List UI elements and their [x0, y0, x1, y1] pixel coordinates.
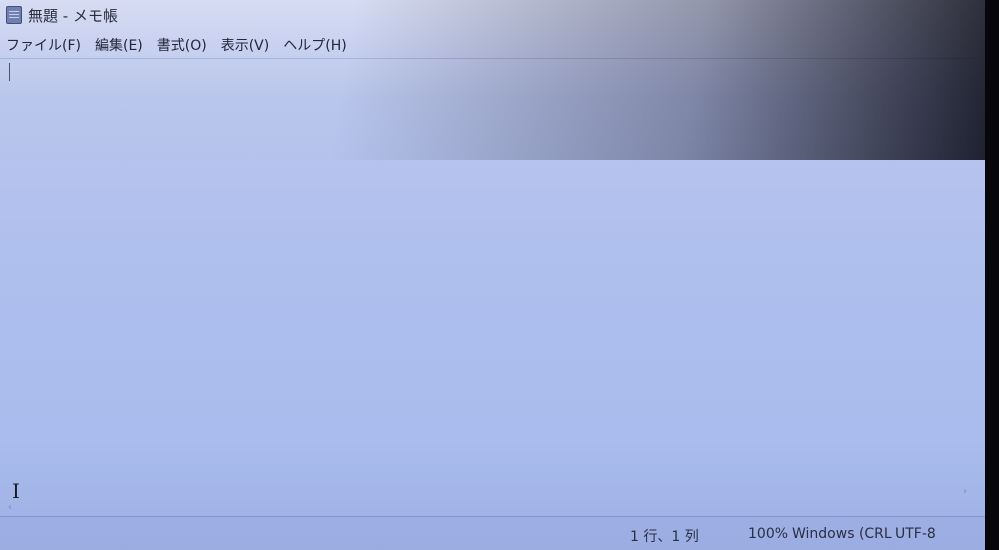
status-encoding: UTF-8 [895, 526, 936, 542]
menu-file[interactable]: ファイル(F) [4, 33, 83, 57]
text-caret [9, 63, 10, 81]
chevron-left-icon[interactable]: ‹ [8, 502, 12, 513]
chevron-right-icon[interactable]: › [963, 486, 967, 497]
horizontal-scrollbar[interactable]: ‹ › [0, 486, 975, 514]
status-line-ending: Windows (CRL [792, 526, 892, 542]
menu-format[interactable]: 書式(O) [155, 33, 209, 57]
status-bar: 1 行、1 列 100% Windows (CRL UTF-8 [0, 516, 985, 550]
notepad-window: 無題 - メモ帳 ファイル(F) 編集(E) 書式(O) 表示(V) ヘルプ(H… [0, 0, 985, 550]
menu-help[interactable]: ヘルプ(H) [281, 33, 348, 57]
status-zoom: 100% [748, 526, 789, 542]
menu-bar: ファイル(F) 編集(E) 書式(O) 表示(V) ヘルプ(H) [0, 32, 349, 58]
text-editor-area[interactable] [0, 58, 975, 516]
screen-bezel [985, 0, 999, 550]
window-title: 無題 - メモ帳 [28, 6, 118, 25]
i-beam-cursor-icon: I [12, 479, 20, 503]
notepad-icon [6, 6, 22, 24]
title-bar[interactable]: 無題 - メモ帳 [0, 0, 985, 30]
menu-view[interactable]: 表示(V) [219, 33, 272, 57]
status-cursor-position: 1 行、1 列 [630, 529, 699, 545]
menu-edit[interactable]: 編集(E) [93, 33, 145, 57]
vertical-scrollbar[interactable] [973, 58, 985, 516]
